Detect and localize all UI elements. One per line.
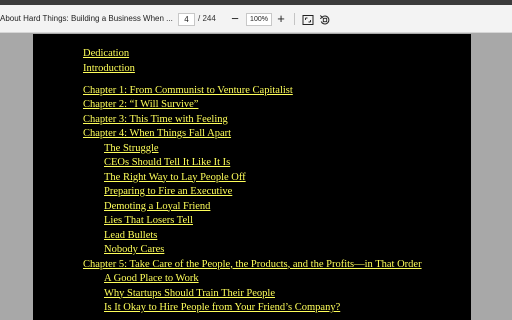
toc-link-section[interactable]: A Good Place to Work xyxy=(83,272,468,287)
toc-link-section[interactable]: The Struggle xyxy=(83,142,468,157)
zoom-in-button[interactable]: + xyxy=(274,12,288,26)
toc-link-section[interactable]: Demoting a Loyal Friend xyxy=(83,200,468,215)
fit-page-icon xyxy=(302,15,314,25)
toc-link-section[interactable]: Is It Okay to Hire People from Your Frie… xyxy=(83,301,468,316)
page-total: / 244 xyxy=(198,14,216,23)
toc-link-chapter-4[interactable]: Chapter 4: When Things Fall Apart xyxy=(83,127,468,142)
toolbar-divider xyxy=(294,13,295,25)
toc-link-introduction[interactable]: Introduction xyxy=(83,62,468,77)
toc-link-section[interactable]: Preparing to Fire an Executive xyxy=(83,185,468,200)
rotate-button[interactable] xyxy=(319,13,331,25)
toc-link-section[interactable]: Nobody Cares xyxy=(83,243,468,258)
toc-link-section[interactable]: The Right Way to Lay People Off xyxy=(83,171,468,186)
document-title: About Hard Things: Building a Business W… xyxy=(0,14,173,23)
rotate-icon xyxy=(319,15,330,25)
toc-link-chapter-3[interactable]: Chapter 3: This Time with Feeling xyxy=(83,113,468,128)
toc-link-dedication[interactable]: Dedication xyxy=(83,47,468,62)
toc-link-chapter-5[interactable]: Chapter 5: Take Care of the People, the … xyxy=(83,258,468,273)
zoom-level-input[interactable] xyxy=(246,13,272,26)
table-of-contents: Dedication Introduction Chapter 1: From … xyxy=(83,47,468,316)
toc-link-chapter-2[interactable]: Chapter 2: “I Will Survive” xyxy=(83,98,468,113)
pdf-toolbar: About Hard Things: Building a Business W… xyxy=(0,5,512,33)
zoom-out-button[interactable]: − xyxy=(228,12,242,26)
toc-link-section[interactable]: Why Startups Should Train Their People xyxy=(83,287,468,302)
toc-link-section[interactable]: Lead Bullets xyxy=(83,229,468,244)
toc-link-section[interactable]: Lies That Losers Tell xyxy=(83,214,468,229)
page-number-input[interactable] xyxy=(178,13,195,26)
toc-link-chapter-1[interactable]: Chapter 1: From Communist to Venture Cap… xyxy=(83,84,468,99)
toc-link-section[interactable]: CEOs Should Tell It Like It Is xyxy=(83,156,468,171)
pdf-page: Dedication Introduction Chapter 1: From … xyxy=(33,34,471,320)
fit-page-button[interactable] xyxy=(302,13,314,25)
